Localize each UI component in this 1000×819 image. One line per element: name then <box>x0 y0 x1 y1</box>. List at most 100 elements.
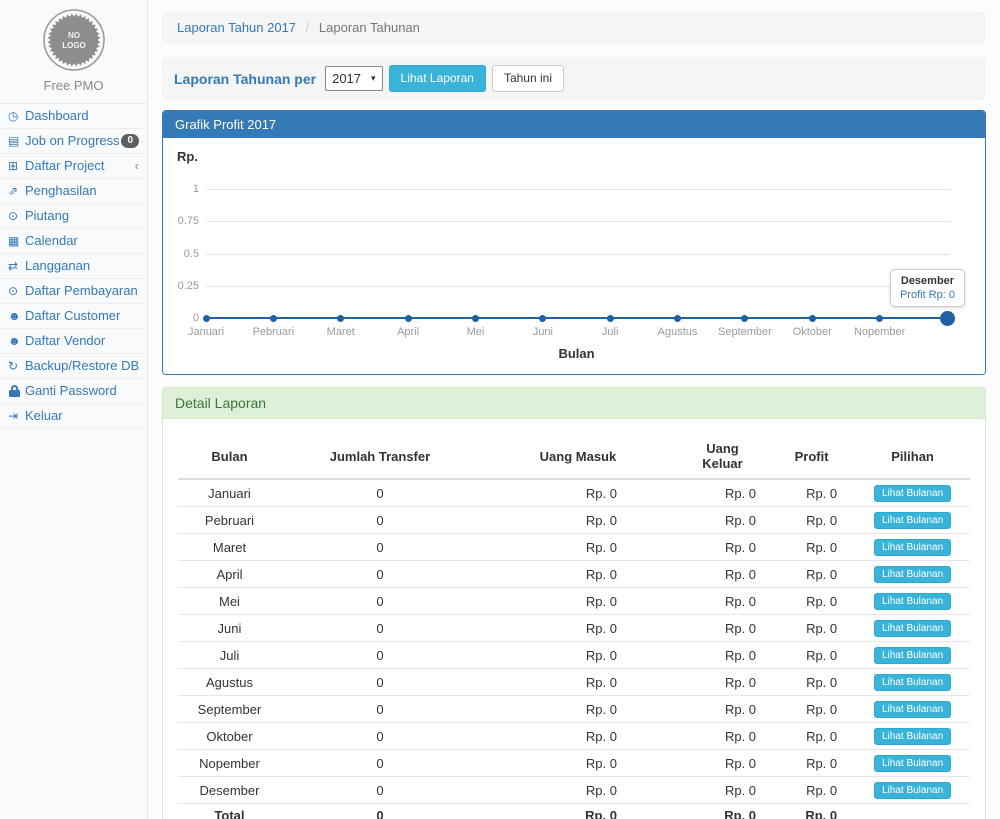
sidebar-item-label: Daftar Pembayaran <box>25 283 138 299</box>
sidebar-item-keluar[interactable]: ⇥Keluar <box>0 404 147 429</box>
sidebar-item-ganti-password[interactable]: Ganti Password <box>0 379 147 404</box>
sidebar-item-label: Piutang <box>25 208 69 224</box>
lihat-bulanan-button[interactable]: Lihat Bulanan <box>874 782 951 799</box>
sidebar-item-dashboard[interactable]: ◷Dashboard <box>0 104 147 129</box>
table-cell: Lihat Bulanan <box>855 642 970 669</box>
data-point-nopember[interactable] <box>876 315 883 322</box>
table-cell: Rp. 0 <box>768 615 855 642</box>
table-cell: Lihat Bulanan <box>855 479 970 507</box>
tahun-ini-button[interactable]: Tahun ini <box>492 65 564 92</box>
table-cell: 0 <box>281 615 479 642</box>
sidebar-item-backup-restore-db[interactable]: ↻Backup/Restore DB <box>0 354 147 379</box>
table-cell: Rp. 0 <box>768 750 855 777</box>
column-header: Bulan <box>178 434 281 479</box>
column-header: Jumlah Transfer <box>281 434 479 479</box>
lihat-bulanan-button[interactable]: Lihat Bulanan <box>874 728 951 745</box>
table-row: Juli0Rp. 0Rp. 0Rp. 0Lihat Bulanan <box>178 642 970 669</box>
x-tick-label: Nopember <box>842 326 918 338</box>
data-point-maret[interactable] <box>337 315 344 322</box>
y-tick-label: 0 <box>163 312 199 324</box>
lihat-bulanan-button[interactable]: Lihat Bulanan <box>874 512 951 529</box>
data-point-agustus[interactable] <box>674 315 681 322</box>
sidebar-item-job-on-progress[interactable]: ▤Job on Progress0 <box>0 129 147 154</box>
chevron-down-icon: ▾ <box>371 73 376 84</box>
lihat-bulanan-button[interactable]: Lihat Bulanan <box>874 674 951 691</box>
lihat-bulanan-button[interactable]: Lihat Bulanan <box>874 539 951 556</box>
sidebar-item-penghasilan[interactable]: ⇗Penghasilan <box>0 179 147 204</box>
total-cell: Total <box>178 804 281 819</box>
table-cell: Rp. 0 <box>677 507 768 534</box>
table-cell: Lihat Bulanan <box>855 507 970 534</box>
data-point-pebruari[interactable] <box>270 315 277 322</box>
total-cell: Rp. 0 <box>677 804 768 819</box>
sidebar-item-label: Daftar Customer <box>25 308 120 324</box>
total-cell <box>855 804 970 819</box>
data-point-april[interactable] <box>405 315 412 322</box>
data-point-desember[interactable] <box>940 311 955 326</box>
sidebar-item-daftar-customer[interactable]: ☻Daftar Customer <box>0 304 147 329</box>
table-row: Mei0Rp. 0Rp. 0Rp. 0Lihat Bulanan <box>178 588 970 615</box>
sidebar-item-piutang[interactable]: ⊙Piutang <box>0 204 147 229</box>
x-tick-label: Mei <box>437 326 513 338</box>
table-cell: Rp. 0 <box>479 588 677 615</box>
column-header: Profit <box>768 434 855 479</box>
sidebar-item-label: Job on Progress <box>25 133 120 149</box>
sidebar-item-label: Keluar <box>25 408 63 424</box>
table-cell: Lihat Bulanan <box>855 777 970 804</box>
y-tick-label: 1 <box>163 183 199 195</box>
data-point-oktober[interactable] <box>809 315 816 322</box>
total-cell: Rp. 0 <box>479 804 677 819</box>
lihat-bulanan-button[interactable]: Lihat Bulanan <box>874 485 951 502</box>
sidebar-item-daftar-vendor[interactable]: ☻Daftar Vendor <box>0 329 147 354</box>
gridline <box>206 189 950 190</box>
lihat-bulanan-button[interactable]: Lihat Bulanan <box>874 755 951 772</box>
tasks-icon: ▤ <box>8 133 25 149</box>
table-cell: Lihat Bulanan <box>855 723 970 750</box>
data-point-januari[interactable] <box>203 315 210 322</box>
column-header: Uang Masuk <box>479 434 677 479</box>
sidebar-item-label: Backup/Restore DB <box>25 358 139 374</box>
table-cell: Rp. 0 <box>677 615 768 642</box>
lihat-laporan-button[interactable]: Lihat Laporan <box>389 65 486 92</box>
profit-chart: Rp.10.750.50.250JanuariPebruariMaretApri… <box>163 138 985 374</box>
data-point-mei[interactable] <box>472 315 479 322</box>
y-tick-label: 0.75 <box>163 215 199 227</box>
table-cell: Lihat Bulanan <box>855 615 970 642</box>
table-cell: Januari <box>178 479 281 507</box>
year-select[interactable]: 2017 ▾ <box>325 66 382 91</box>
column-header: Pilihan <box>855 434 970 479</box>
app: NO LOGO Free PMO ◷Dashboard▤Job on Progr… <box>0 0 1000 819</box>
table-cell: Rp. 0 <box>768 588 855 615</box>
table-cell: 0 <box>281 479 479 507</box>
lihat-bulanan-button[interactable]: Lihat Bulanan <box>874 647 951 664</box>
logo-text-top: NO <box>68 31 80 40</box>
table-cell: Mei <box>178 588 281 615</box>
table-cell: Rp. 0 <box>677 534 768 561</box>
logo-text-bottom: LOGO <box>62 41 86 50</box>
table-cell: Lihat Bulanan <box>855 750 970 777</box>
lihat-bulanan-button[interactable]: Lihat Bulanan <box>874 566 951 583</box>
data-point-juli[interactable] <box>607 315 614 322</box>
table-cell: Lihat Bulanan <box>855 669 970 696</box>
lihat-bulanan-button[interactable]: Lihat Bulanan <box>874 701 951 718</box>
table-cell: Agustus <box>178 669 281 696</box>
data-point-juni[interactable] <box>539 315 546 322</box>
lihat-bulanan-button[interactable]: Lihat Bulanan <box>874 620 951 637</box>
table-cell: Rp. 0 <box>479 723 677 750</box>
money-icon: ⊙ <box>8 208 25 224</box>
sidebar-item-daftar-pembayaran[interactable]: ⊙Daftar Pembayaran <box>0 279 147 304</box>
sidebar-item-label: Dashboard <box>25 108 89 124</box>
data-point-september[interactable] <box>741 315 748 322</box>
sidebar-item-calendar[interactable]: ▦Calendar <box>0 229 147 254</box>
detail-panel-title: Detail Laporan <box>163 388 985 419</box>
table-cell: 0 <box>281 507 479 534</box>
breadcrumb-link[interactable]: Laporan Tahun 2017 <box>177 20 296 35</box>
table-cell: 0 <box>281 642 479 669</box>
sidebar-item-label: Daftar Vendor <box>25 333 105 349</box>
sidebar-item-daftar-project[interactable]: ⊞Daftar Project‹ <box>0 154 147 179</box>
sidebar-item-langganan[interactable]: ⇄Langganan <box>0 254 147 279</box>
x-tick-label: Agustus <box>640 326 716 338</box>
lihat-bulanan-button[interactable]: Lihat Bulanan <box>874 593 951 610</box>
year-select-value: 2017 <box>332 71 361 86</box>
x-tick-label: Juni <box>505 326 581 338</box>
